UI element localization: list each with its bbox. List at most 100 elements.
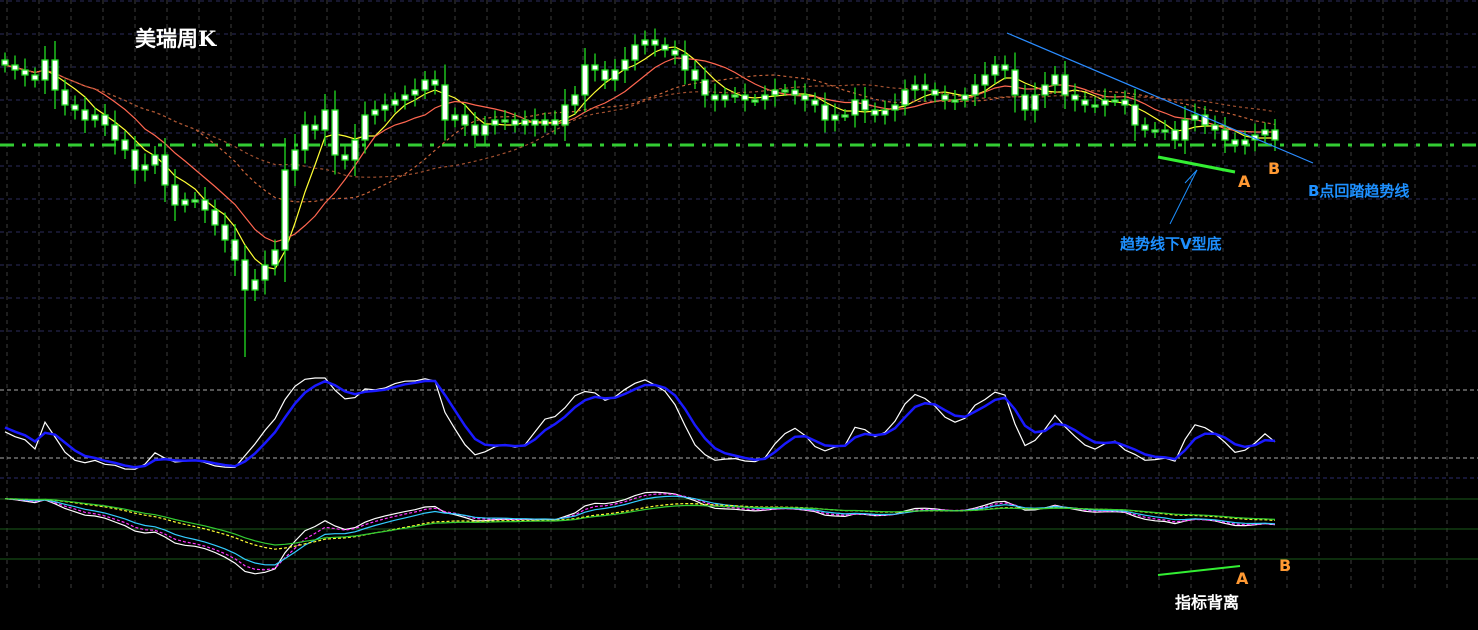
candle-body (701, 79, 709, 96)
candle (1061, 61, 1069, 109)
candle (501, 110, 509, 130)
candle-body (1021, 94, 1029, 111)
candle-body (21, 69, 29, 76)
candle (751, 94, 759, 106)
candle-body (281, 169, 289, 251)
candle-body (1231, 139, 1239, 146)
candle (851, 87, 859, 128)
candle-body (911, 84, 919, 91)
candle-body (761, 94, 769, 101)
candle-body (371, 109, 379, 116)
candle (1021, 84, 1029, 121)
ma-line-ma10 (4, 57, 1275, 243)
stoch-d-line (4, 379, 1276, 469)
candle (1041, 72, 1049, 108)
candle-body (1141, 124, 1149, 131)
candle-body (351, 139, 359, 161)
candle-body (421, 79, 429, 91)
candle (271, 239, 279, 276)
candle-body (1271, 129, 1279, 141)
candle (611, 59, 619, 91)
indicator-ema8-line (4, 495, 1276, 566)
candle-body (241, 259, 249, 291)
candle-body (301, 124, 309, 151)
v-bottom-label: 趋势线下V型底 (1120, 235, 1222, 253)
candle-body (1031, 94, 1039, 111)
candle (31, 67, 39, 88)
candle (191, 192, 199, 208)
candle (181, 192, 189, 213)
candle (891, 93, 899, 122)
candle-body (641, 39, 649, 46)
candle-body (1101, 99, 1109, 106)
candle-body (921, 84, 929, 91)
candle-body (361, 114, 369, 141)
candle-body (1, 59, 9, 66)
candle (211, 199, 219, 236)
candle-body (271, 249, 279, 266)
candle-body (631, 44, 639, 61)
candle-body (11, 64, 19, 71)
candle (1011, 52, 1019, 113)
candle-body (151, 154, 159, 166)
candle (991, 56, 999, 84)
candle (441, 64, 449, 141)
candle-body (1051, 74, 1059, 86)
candle-body (981, 74, 989, 86)
candle (311, 115, 319, 140)
candle-body (481, 124, 489, 136)
candle (771, 78, 779, 107)
candle-body (671, 49, 679, 56)
price-low-line-a (1157, 155, 1236, 174)
candle (81, 97, 89, 133)
candle (861, 87, 869, 123)
ma-line-ma30 (4, 64, 1276, 178)
candle-body (51, 59, 59, 91)
candle (391, 92, 399, 113)
candle (531, 108, 539, 137)
candle-body (711, 94, 719, 101)
candle (61, 79, 69, 116)
candle-body (791, 89, 799, 96)
candle-body (1221, 129, 1229, 141)
candle-body (1081, 99, 1089, 106)
candle-body (81, 109, 89, 121)
candle (1001, 55, 1009, 80)
candle-body (991, 64, 999, 76)
candle-body (131, 149, 139, 171)
candle (111, 110, 119, 155)
candle-body (1171, 129, 1179, 141)
candle (1101, 88, 1109, 117)
candle-body (521, 119, 529, 126)
candle-body (1001, 64, 1009, 71)
candle (881, 100, 889, 125)
candle-body (381, 104, 389, 111)
candle (11, 55, 19, 80)
candle-body (181, 199, 189, 206)
candle-body (231, 239, 239, 261)
candle-body (901, 89, 909, 106)
candle (451, 107, 459, 128)
candle-body (121, 139, 129, 151)
candle-body (781, 89, 789, 93)
candle-body (41, 59, 49, 81)
candle (121, 131, 129, 159)
candle (731, 87, 739, 103)
candle-body (161, 154, 169, 186)
point-a-label: A (1238, 172, 1251, 191)
stochastic-panel (4, 377, 1276, 470)
candle-body (411, 89, 419, 96)
candle (1181, 106, 1189, 154)
candle (381, 93, 389, 122)
candle-body (1161, 129, 1169, 133)
candle-body (731, 94, 739, 98)
candle (71, 95, 79, 120)
candle (721, 87, 729, 108)
candle-body (541, 119, 549, 126)
candle-body (491, 119, 499, 126)
candle-body (31, 74, 39, 81)
candle-body (1131, 104, 1139, 126)
candle (411, 78, 419, 107)
candle (1051, 66, 1059, 94)
candle-body (201, 199, 209, 211)
